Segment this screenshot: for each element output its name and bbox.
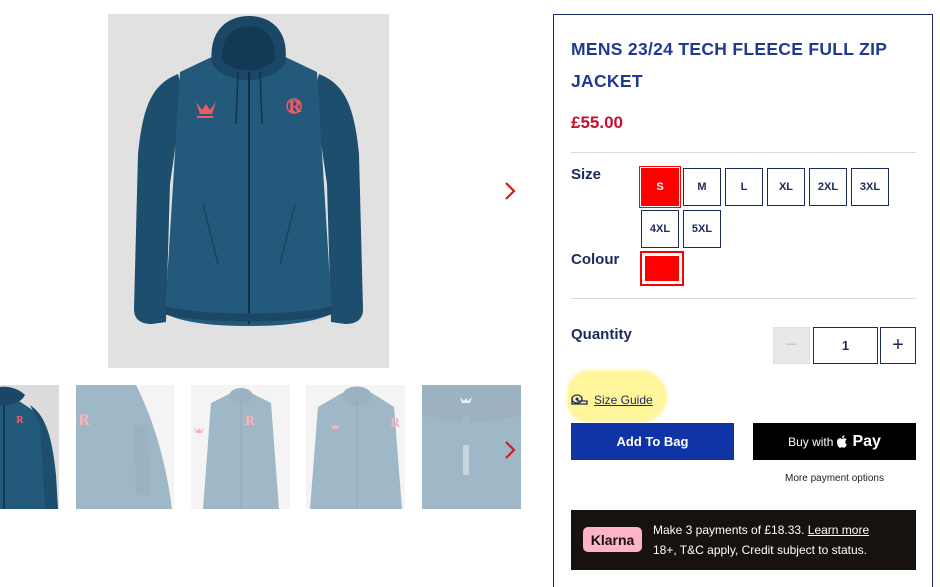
quantity-input[interactable]: 1	[813, 327, 878, 364]
klarna-learn-more-link[interactable]: Learn more	[808, 523, 869, 537]
size-option-2xl[interactable]: 2XL	[809, 168, 847, 206]
product-price: £55.00	[571, 113, 623, 132]
size-option-m[interactable]: M	[683, 168, 721, 206]
size-option-3xl[interactable]: 3XL	[851, 168, 889, 206]
colour-swatch-red[interactable]	[640, 251, 684, 286]
klarna-terms-text: 18+, T&C apply, Credit subject to status…	[653, 543, 867, 557]
quantity-decrease-button[interactable]: −	[773, 327, 810, 364]
thumbnail-front-2[interactable]: R	[191, 385, 290, 509]
thumbnail-front[interactable]: R	[0, 385, 59, 509]
size-option-4xl[interactable]: 4XL	[641, 210, 679, 248]
size-option-s[interactable]: S	[639, 166, 681, 208]
klarna-logo: Klarna	[583, 527, 642, 552]
jacket-image: R	[134, 16, 363, 326]
size-option-5xl[interactable]: 5XL	[683, 210, 721, 248]
size-guide-link[interactable]: Size Guide	[571, 393, 653, 407]
size-guide-label: Size Guide	[594, 393, 653, 407]
thumbnail-strip: R R R R	[0, 385, 525, 509]
divider	[571, 152, 916, 153]
product-main-image[interactable]: R	[108, 14, 389, 368]
size-label: Size	[571, 166, 602, 183]
divider	[571, 298, 916, 299]
apple-pay-button[interactable]: Buy with Pay	[753, 423, 916, 460]
apple-pay-label: Pay	[852, 432, 881, 450]
colour-label: Colour	[571, 251, 620, 268]
thumbnail-front-3[interactable]: R	[306, 385, 405, 509]
colour-fill	[644, 255, 680, 282]
size-option-l[interactable]: L	[725, 168, 763, 206]
thumbnail-side-detail[interactable]: R	[76, 385, 174, 509]
klarna-banner: Klarna Make 3 payments of £18.33. Learn …	[571, 510, 916, 570]
apple-logo-icon	[837, 435, 848, 448]
svg-text:R: R	[16, 416, 24, 426]
klarna-installment-text: Make 3 payments of £18.33. Learn more	[653, 523, 869, 537]
chevron-right-icon[interactable]	[499, 435, 521, 465]
buy-with-label: Buy with	[788, 434, 834, 449]
quantity-label: Quantity	[571, 326, 632, 343]
size-option-xl[interactable]: XL	[767, 168, 805, 206]
klarna-installment-amount: Make 3 payments of £18.33.	[653, 523, 805, 537]
more-payment-options-link[interactable]: More payment options	[753, 473, 916, 484]
quantity-increase-button[interactable]: +	[880, 327, 916, 364]
chevron-right-icon[interactable]	[499, 176, 521, 206]
tape-measure-icon	[571, 394, 588, 405]
product-details-panel: MENS 23/24 TECH FLEECE FULL ZIP JACKET £…	[553, 14, 933, 587]
add-to-bag-button[interactable]: Add To Bag	[571, 423, 734, 460]
product-title: MENS 23/24 TECH FLEECE FULL ZIP JACKET	[571, 39, 887, 91]
